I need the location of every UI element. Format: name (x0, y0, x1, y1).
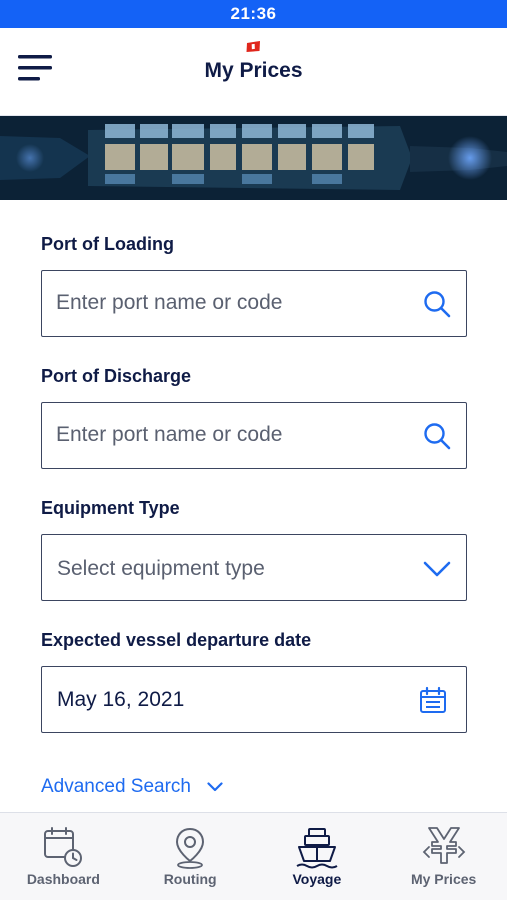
tab-voyage[interactable]: Voyage (254, 813, 381, 900)
tab-routing-label: Routing (163, 871, 217, 887)
port-of-loading-label: Port of Loading (41, 234, 174, 254)
status-time: 21:36 (230, 4, 277, 23)
departure-date-label: Expected vessel departure date (41, 630, 312, 650)
advanced-search-toggle[interactable]: Advanced Search (41, 776, 223, 798)
advanced-search-label: Advanced Search (41, 776, 191, 797)
departure-date-value: May 16, 2021 (57, 688, 185, 711)
tab-my-prices-label: My Prices (410, 871, 477, 887)
equipment-type-placeholder: Select equipment type (57, 557, 265, 580)
port-of-loading-field[interactable] (41, 270, 467, 337)
search-icon[interactable] (422, 421, 452, 451)
app-header: My Prices (0, 28, 507, 116)
port-of-discharge-label: Port of Discharge (41, 366, 192, 386)
hero-banner-image (0, 116, 507, 200)
dashboard-calendar-clock-icon (44, 827, 83, 867)
tab-voyage-label: Voyage (292, 871, 342, 887)
port-of-discharge-input[interactable] (56, 403, 396, 467)
equipment-type-label: Equipment Type (41, 498, 180, 518)
departure-date-field[interactable]: May 16, 2021 (41, 666, 467, 733)
brand-flag-icon (246, 41, 260, 52)
calendar-icon[interactable] (418, 685, 448, 715)
chevron-down-icon (207, 782, 223, 792)
chevron-down-icon[interactable] (422, 554, 452, 584)
map-pin-icon (176, 827, 205, 869)
search-icon[interactable] (422, 289, 452, 319)
yen-price-tag-icon (422, 827, 465, 864)
port-of-discharge-field[interactable] (41, 402, 467, 469)
tab-dashboard-label: Dashboard (26, 871, 100, 887)
port-of-loading-input[interactable] (56, 271, 396, 335)
bottom-tab-bar: Dashboard Routing Voyage My Prices (0, 812, 507, 900)
page-title: My Prices (204, 59, 303, 82)
tab-routing[interactable]: Routing (127, 813, 254, 900)
ship-icon (296, 828, 338, 869)
tab-my-prices[interactable]: My Prices (380, 813, 507, 900)
equipment-type-select[interactable]: Select equipment type (41, 534, 467, 601)
tab-dashboard[interactable]: Dashboard (0, 813, 127, 900)
status-bar: 21:36 (0, 0, 507, 28)
